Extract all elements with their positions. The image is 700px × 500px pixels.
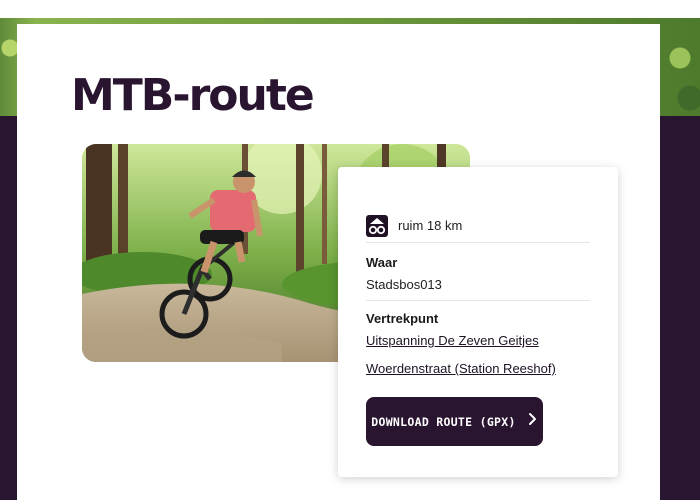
- distance-text: ruim 18 km: [398, 218, 463, 233]
- mtb-icon: [366, 214, 388, 237]
- download-route-button[interactable]: DOWNLOAD ROUTE (GPX): [366, 397, 543, 446]
- start-point-section: Vertrekpunt Uitspanning De Zeven Geitjes…: [366, 311, 590, 376]
- start-point-link-station-reeshof[interactable]: Woerdenstraat (Station Reeshof): [366, 361, 590, 376]
- page-title: MTB-route: [71, 70, 315, 121]
- start-point-link-zeven-geitjes[interactable]: Uitspanning De Zeven Geitjes: [366, 333, 590, 348]
- chevron-right-icon: [528, 412, 538, 431]
- location-label: Waar: [366, 255, 398, 270]
- download-route-label: DOWNLOAD ROUTE (GPX): [371, 414, 516, 429]
- route-info-card: ruim 18 km Waar Stadsbos013 Vertrekpunt …: [338, 167, 618, 477]
- location-section: Waar Stadsbos013: [366, 255, 590, 301]
- distance-row: ruim 18 km: [366, 213, 590, 243]
- start-point-label: Vertrekpunt: [366, 311, 439, 326]
- location-value: Stadsbos013: [366, 277, 442, 292]
